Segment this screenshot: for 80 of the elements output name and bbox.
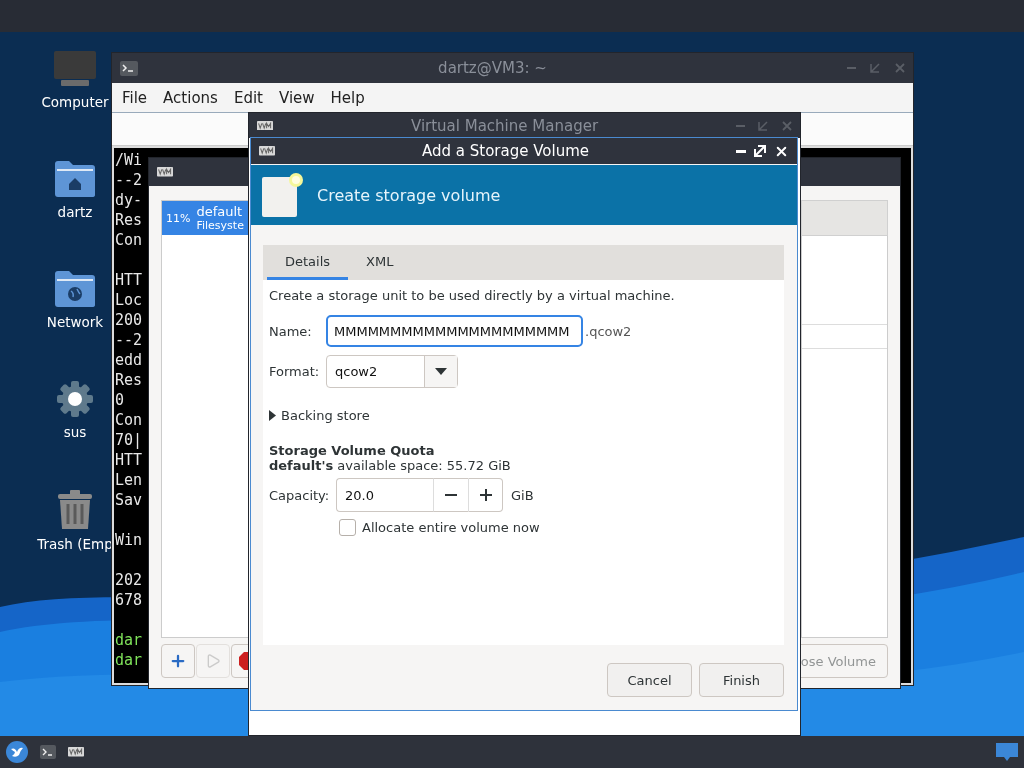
name-label: Name: (269, 323, 313, 339)
format-label: Format: (269, 364, 318, 379)
terminal-line: dy- (115, 190, 143, 210)
terminal-line: HTT (115, 270, 143, 290)
capacity-field[interactable]: 20.0 (336, 478, 433, 512)
gear-icon[interactable] (56, 380, 94, 418)
terminal-line: dar (115, 650, 143, 670)
terminal-line: edd (115, 350, 143, 370)
desktop-icon-label: dartz (57, 204, 93, 220)
checkbox-label: Allocate entire volume now (362, 520, 540, 535)
terminal-line: --2 (115, 330, 143, 350)
terminal-line: Loc (115, 290, 143, 310)
window-title: dartz@VM3: ~ (437, 59, 548, 77)
app-icon (257, 120, 273, 131)
menu-item[interactable]: Help (322, 88, 373, 107)
terminal-line: dar (115, 630, 143, 650)
minimize-icon[interactable] (736, 149, 746, 153)
trash-icon[interactable] (57, 490, 93, 530)
terminal-line: 202 (115, 570, 143, 590)
available-space-text: default's available space: 55.72 GiB (269, 458, 512, 473)
name-field[interactable]: MMMMMMMMMMMMMMMMMMMMM (326, 315, 583, 347)
terminal-line: Res (115, 370, 143, 390)
terminal-line: HTT (115, 450, 143, 470)
usage-text: 11% (166, 211, 191, 225)
pool-type: Filesyste (196, 219, 244, 232)
menu-item[interactable]: Actions (155, 88, 226, 107)
plus-icon (169, 652, 187, 670)
checkbox[interactable] (339, 519, 356, 536)
play-icon (205, 653, 221, 669)
terminal-line: 70| (115, 430, 143, 450)
monitor-icon[interactable] (53, 50, 97, 88)
terminal-line: 0 (115, 390, 125, 410)
backing-store-expander[interactable]: Backing store (269, 408, 370, 423)
desktop-icon-label: sus (63, 424, 87, 440)
window-icon[interactable] (996, 743, 1018, 761)
minus-icon (445, 494, 457, 496)
intro-text: Create a storage unit to be used directly by a virtual machine. (269, 288, 676, 303)
bird-logo-icon[interactable] (6, 741, 28, 763)
expander-arrow-icon (269, 410, 276, 421)
document-icon (261, 172, 303, 218)
desktop-icon-label: Network (46, 314, 104, 330)
terminal-line: --2 (115, 170, 143, 190)
banner-title: Create storage volume (317, 185, 501, 205)
menu-item[interactable]: File (114, 88, 156, 107)
desktop-icon-label: Computer (41, 94, 109, 110)
terminal-line: Res (115, 210, 143, 230)
tab[interactable]: XML (348, 245, 412, 280)
terminal-line: /Wi (115, 150, 143, 170)
caret-icon (435, 368, 447, 375)
terminal-line: Con (115, 410, 143, 430)
menu-item[interactable]: Edit (225, 88, 271, 107)
terminal-icon (120, 60, 138, 76)
terminal-icon[interactable] (40, 745, 56, 759)
pool-name: default (196, 204, 244, 219)
terminal-line: 200 (115, 310, 143, 330)
desktop-icon-label: Trash (Emp (37, 536, 113, 552)
terminal-line: Sav (115, 490, 143, 510)
extension-text: .qcow2 (585, 323, 632, 339)
quota-heading: Storage Volume Quota (269, 443, 436, 458)
terminal-line: Len (115, 470, 143, 490)
maximize-icon[interactable] (754, 145, 766, 157)
capacity-label: Capacity: (269, 487, 328, 503)
terminal-line: Win (115, 530, 143, 550)
menu-item[interactable]: View (270, 88, 323, 107)
toolbar-button[interactable] (161, 644, 195, 678)
home-folder-icon[interactable] (54, 160, 96, 198)
terminal-line: Con (115, 230, 143, 250)
dialog-button[interactable]: Finish (699, 663, 784, 697)
app-icon (157, 167, 173, 177)
dialog-button[interactable]: Cancel (607, 663, 692, 697)
plus-icon (479, 489, 492, 501)
format-dropdown[interactable]: qcow2 (326, 355, 458, 388)
increment-button[interactable] (468, 478, 503, 512)
window-title: Add a Storage Volume (421, 142, 590, 160)
network-folder-icon[interactable] (54, 270, 96, 308)
app-icon (68, 747, 84, 757)
unit-text: GiB (511, 487, 534, 503)
terminal-line: 678 (115, 590, 143, 610)
window-title: Virtual Machine Manager (409, 116, 600, 135)
app-icon (259, 146, 275, 156)
